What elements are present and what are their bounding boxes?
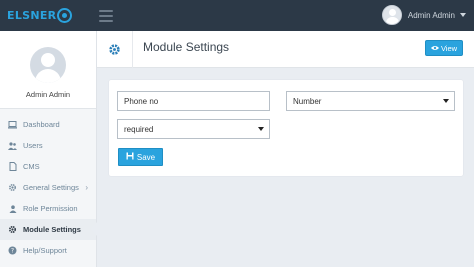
module-name-input[interactable]: Phone no — [117, 91, 270, 111]
avatar — [381, 5, 402, 25]
save-button-label: Save — [136, 152, 156, 162]
gear-icon — [8, 183, 17, 192]
required-value: required — [124, 124, 154, 134]
settings-gear-icon — [97, 31, 133, 68]
sidebar-item-cms[interactable]: CMS — [0, 156, 96, 177]
module-form: Phone no Number required Save — [109, 80, 463, 176]
chevron-right-icon: › — [85, 183, 88, 192]
save-button[interactable]: Save — [118, 148, 163, 166]
sidebar-item-module-settings[interactable]: Module Settings — [0, 219, 97, 240]
sidebar-item-dashboard[interactable]: Dashboard — [0, 114, 96, 135]
user-icon — [8, 204, 17, 213]
sidebar-item-role-permission[interactable]: Role Permission — [0, 198, 96, 219]
sidebar-nav: Dashboard Users CMS General Settings › R… — [0, 109, 97, 261]
view-button-label: View — [440, 43, 458, 53]
floppy-disk-icon — [126, 152, 134, 162]
sidebar-item-label: Module Settings — [23, 225, 81, 234]
caret-down-icon — [460, 13, 466, 17]
document-icon — [8, 162, 17, 171]
field-type-select[interactable]: Number — [286, 91, 455, 111]
eye-icon — [430, 44, 439, 53]
page-header: Module Settings View — [97, 31, 474, 68]
user-menu[interactable]: Admin Admin — [381, 5, 466, 25]
brand-name: ELSNER — [7, 9, 57, 22]
sidebar-item-general-settings[interactable]: General Settings › — [0, 177, 96, 198]
required-select[interactable]: required — [117, 119, 270, 139]
top-navbar: ELSNER Admin Admin — [0, 0, 474, 31]
sidebar-profile: Admin Admin — [0, 31, 96, 109]
sidebar-item-label: Help/Support — [23, 246, 67, 255]
gear-icon — [8, 225, 17, 234]
user-name: Admin Admin — [407, 10, 455, 20]
sidebar-item-label: CMS — [23, 162, 40, 171]
sidebar-item-help-support[interactable]: ? Help/Support — [0, 240, 96, 261]
sidebar-item-label: Users — [23, 141, 43, 150]
users-icon — [8, 141, 17, 150]
sidebar-item-users[interactable]: Users — [0, 135, 96, 156]
sidebar: Admin Admin Dashboard Users CMS General … — [0, 31, 97, 267]
menu-toggle-icon[interactable] — [99, 9, 113, 22]
svg-text:?: ? — [11, 248, 14, 255]
profile-name: Admin Admin — [25, 90, 71, 99]
logo-ring-icon — [57, 8, 73, 23]
view-button[interactable]: View — [425, 40, 463, 56]
page-title: Module Settings — [143, 40, 230, 54]
field-type-value: Number — [293, 96, 322, 106]
module-name-value: Phone no — [124, 96, 159, 106]
dropdown-arrow-icon — [443, 99, 449, 103]
sidebar-item-label: Dashboard — [23, 120, 60, 129]
dropdown-arrow-icon — [258, 127, 264, 131]
sidebar-item-label: Role Permission — [23, 204, 78, 213]
profile-avatar — [30, 47, 66, 83]
help-icon: ? — [8, 246, 17, 255]
sidebar-item-label: General Settings — [23, 183, 79, 192]
brand-logo[interactable]: ELSNER — [0, 0, 97, 31]
laptop-icon — [8, 120, 17, 129]
